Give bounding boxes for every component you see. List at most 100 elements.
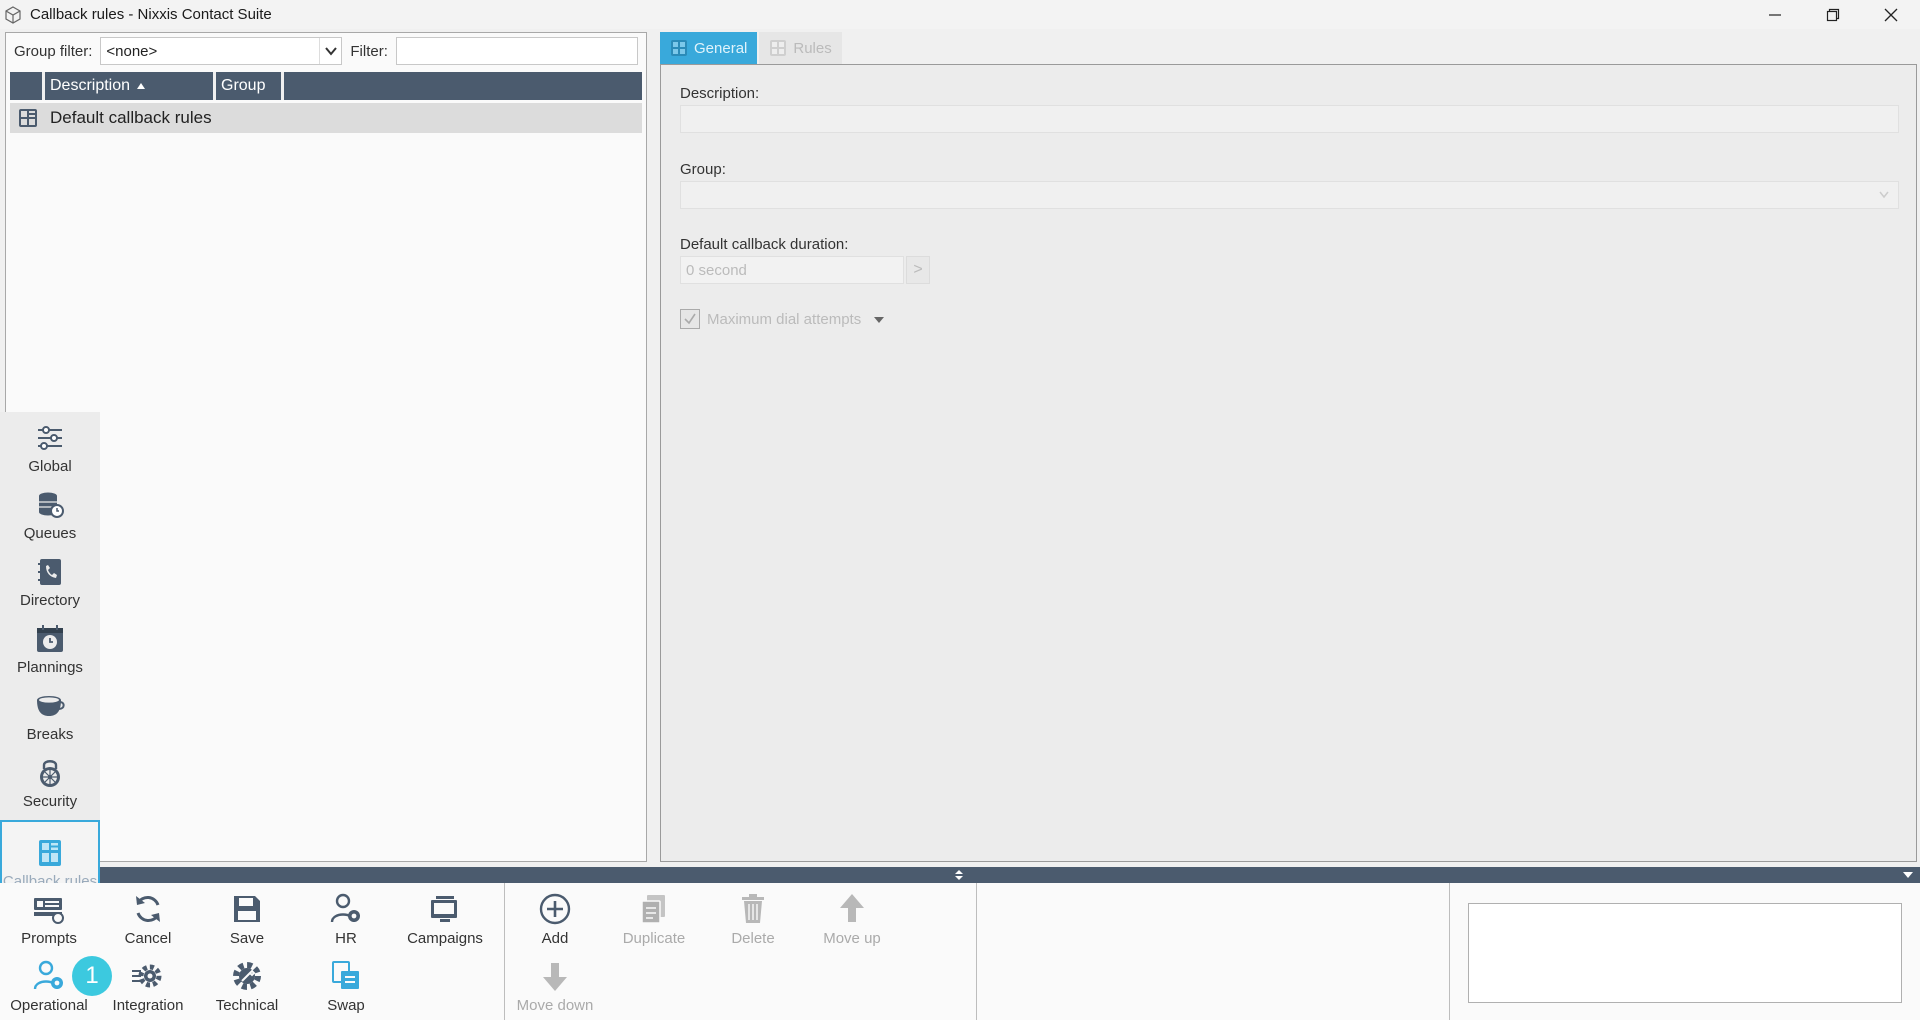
add-label: Add (541, 930, 569, 947)
padlock-icon (40, 760, 60, 787)
swap-button[interactable]: Swap (297, 950, 395, 1016)
delete-label: Delete (731, 930, 775, 947)
refresh-icon (136, 896, 160, 922)
column-header-group-label: Group (221, 77, 266, 94)
column-header-description-label: Description (50, 77, 131, 94)
duration-field[interactable]: 0 second (680, 256, 904, 284)
save-button[interactable]: Save (198, 883, 296, 949)
swap-icon (332, 961, 359, 989)
move-down-label: Move down (516, 997, 594, 1014)
notification-badge: 1 (72, 956, 112, 996)
database-clock-icon (39, 492, 64, 518)
callback-rules-icon (39, 840, 61, 866)
duplicate-icon (641, 895, 665, 924)
cancel-button[interactable]: Cancel (99, 883, 197, 949)
move-up-label: Move up (823, 930, 881, 947)
toolbar-separator (504, 883, 505, 1020)
technical-gear-icon (233, 962, 261, 990)
prompts-icon (34, 898, 64, 924)
hr-user-gear-icon (330, 893, 360, 923)
checkmark-icon (684, 313, 696, 325)
restore-button[interactable] (1804, 0, 1862, 29)
minimize-button[interactable] (1746, 0, 1804, 29)
move-up-button[interactable]: Move up (803, 883, 901, 949)
title-bar: Callback rules - Nixxis Contact Suite (0, 0, 1920, 29)
nav-directory[interactable]: Directory (0, 546, 100, 613)
nav-security[interactable]: Security (0, 747, 100, 814)
arrow-up-icon (840, 894, 864, 922)
group-combo[interactable] (680, 181, 1899, 209)
tab-rules-label: Rules (793, 39, 832, 57)
hr-button[interactable]: HR (297, 883, 395, 949)
rules-grid-icon (770, 40, 787, 56)
nav-plannings-label: Plannings (17, 659, 83, 676)
tab-general-label: General (694, 39, 748, 57)
group-filter-dropdown-button[interactable] (319, 38, 341, 64)
row-description: Default callback rules (50, 108, 212, 127)
toolbar-separator (1449, 883, 1450, 1020)
max-dial-dropdown-icon[interactable] (874, 317, 884, 323)
nav-queues-label: Queues (23, 525, 77, 542)
operational-user-gear-icon (33, 960, 63, 990)
trash-icon (742, 894, 764, 923)
grid-header: Description Group (10, 72, 642, 100)
arrow-down-icon (543, 963, 567, 991)
technical-button[interactable]: Technical (198, 950, 296, 1016)
grid-header-icon-column[interactable] (10, 72, 45, 100)
panel-splitter[interactable] (100, 867, 1920, 883)
integration-gear-icon (132, 964, 162, 988)
group-filter-value: <none> (106, 42, 158, 60)
nav-global-label: Global (28, 458, 72, 475)
side-nav: Global Queues Directory Plannings Breaks… (0, 412, 100, 896)
app-cube-icon (5, 5, 21, 24)
grid-layout-icon (671, 40, 687, 56)
nav-global[interactable]: Global (0, 412, 100, 479)
collapse-caret-icon[interactable] (1902, 871, 1914, 879)
group-filter-combo[interactable]: <none> (100, 37, 343, 65)
duplicate-label: Duplicate (622, 930, 686, 947)
filter-label: Filter: (350, 42, 388, 60)
rules-list-panel: Group filter: <none> Filter: Description… (5, 32, 647, 862)
prompts-label: Prompts (21, 930, 77, 947)
info-box (1468, 903, 1902, 1003)
column-header-description[interactable]: Description (45, 72, 216, 100)
close-icon (1884, 8, 1898, 21)
filter-row: Group filter: <none> Filter: (6, 33, 646, 69)
nav-breaks[interactable]: Breaks (0, 680, 100, 747)
operational-label: Operational (10, 997, 88, 1014)
duration-label: Default callback duration: (680, 236, 849, 253)
duration-picker-button[interactable]: > (906, 256, 930, 284)
campaigns-label: Campaigns (407, 930, 483, 947)
nav-directory-label: Directory (19, 592, 80, 609)
duplicate-button[interactable]: Duplicate (605, 883, 703, 949)
prompts-button[interactable]: Prompts (0, 883, 98, 949)
max-dial-checkbox[interactable] (680, 309, 700, 329)
hr-label: HR (335, 930, 357, 947)
phone-book-icon (38, 559, 61, 585)
description-field[interactable] (680, 105, 1899, 133)
column-header-group[interactable]: Group (216, 72, 284, 100)
add-button[interactable]: Add (506, 883, 604, 949)
nav-security-label: Security (22, 793, 78, 810)
nav-plannings[interactable]: Plannings (0, 613, 100, 680)
nav-queues[interactable]: Queues (0, 479, 100, 546)
move-down-button[interactable]: Move down (506, 950, 604, 1016)
tab-general[interactable]: General (660, 32, 758, 64)
campaigns-button[interactable]: Campaigns (396, 883, 494, 949)
swap-label: Swap (327, 997, 365, 1014)
detail-panel: Description: Group: Default callback dur… (660, 64, 1917, 862)
window-controls (1746, 0, 1920, 29)
cancel-label: Cancel (124, 930, 172, 947)
tab-rules[interactable]: Rules (759, 32, 842, 64)
max-dial-label: Maximum dial attempts (707, 311, 862, 328)
technical-label: Technical (215, 997, 279, 1014)
delete-button[interactable]: Delete (704, 883, 802, 949)
filter-input[interactable] (395, 37, 638, 65)
restore-icon (1826, 8, 1840, 21)
campaigns-icon (431, 896, 457, 922)
sort-ascending-icon (137, 83, 146, 89)
integration-button[interactable]: Integration (99, 950, 197, 1016)
table-row[interactable]: Default callback rules (10, 103, 642, 133)
sliders-icon (38, 426, 62, 450)
close-button[interactable] (1862, 0, 1920, 29)
